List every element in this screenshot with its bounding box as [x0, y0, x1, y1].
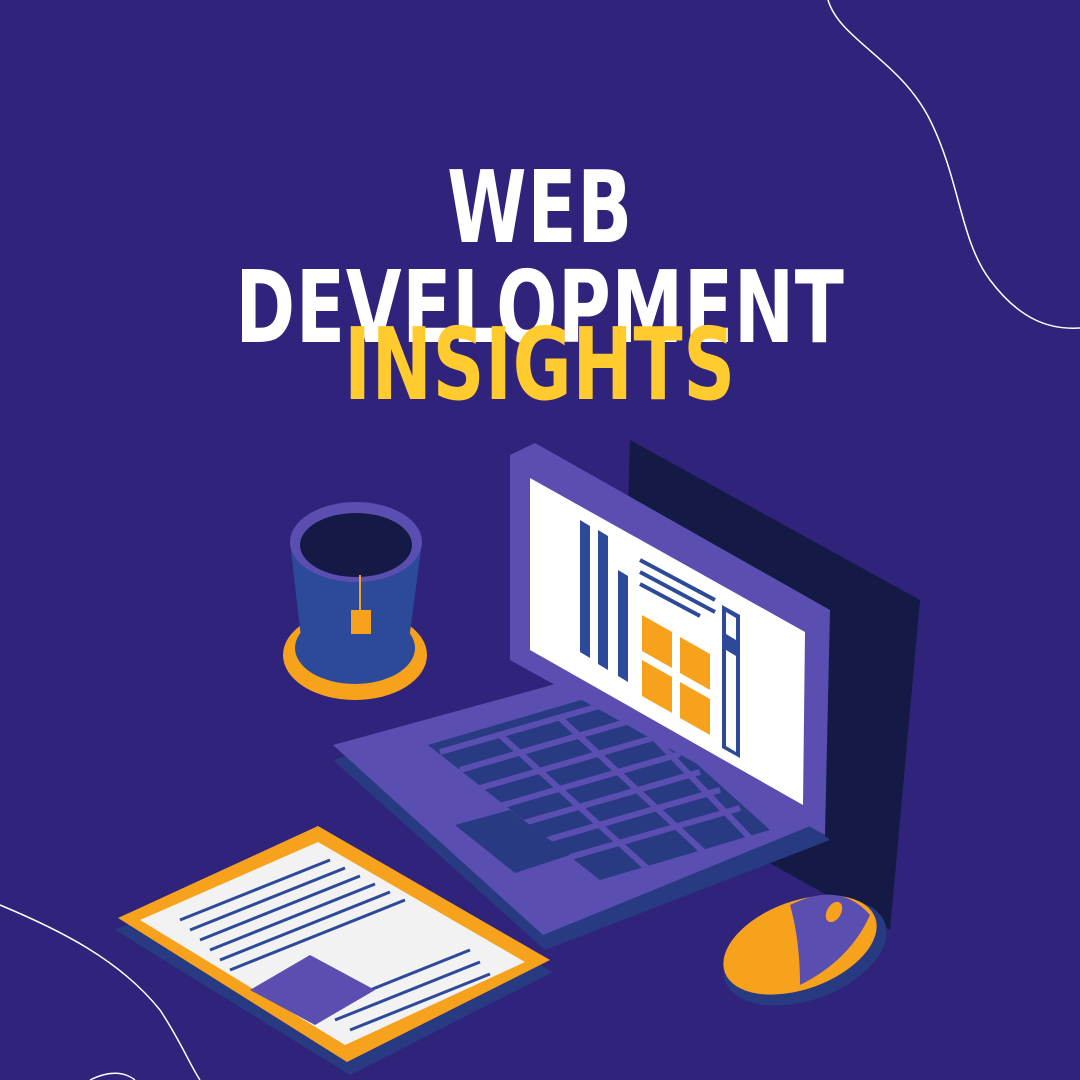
tea-cup-icon: [283, 502, 427, 700]
poster: WEB DEVELOPMENT INSIGHTS: [0, 0, 1080, 1080]
tea-tag: [351, 610, 371, 634]
workspace-illustration: [115, 440, 920, 1075]
tea-surface: [300, 513, 412, 577]
